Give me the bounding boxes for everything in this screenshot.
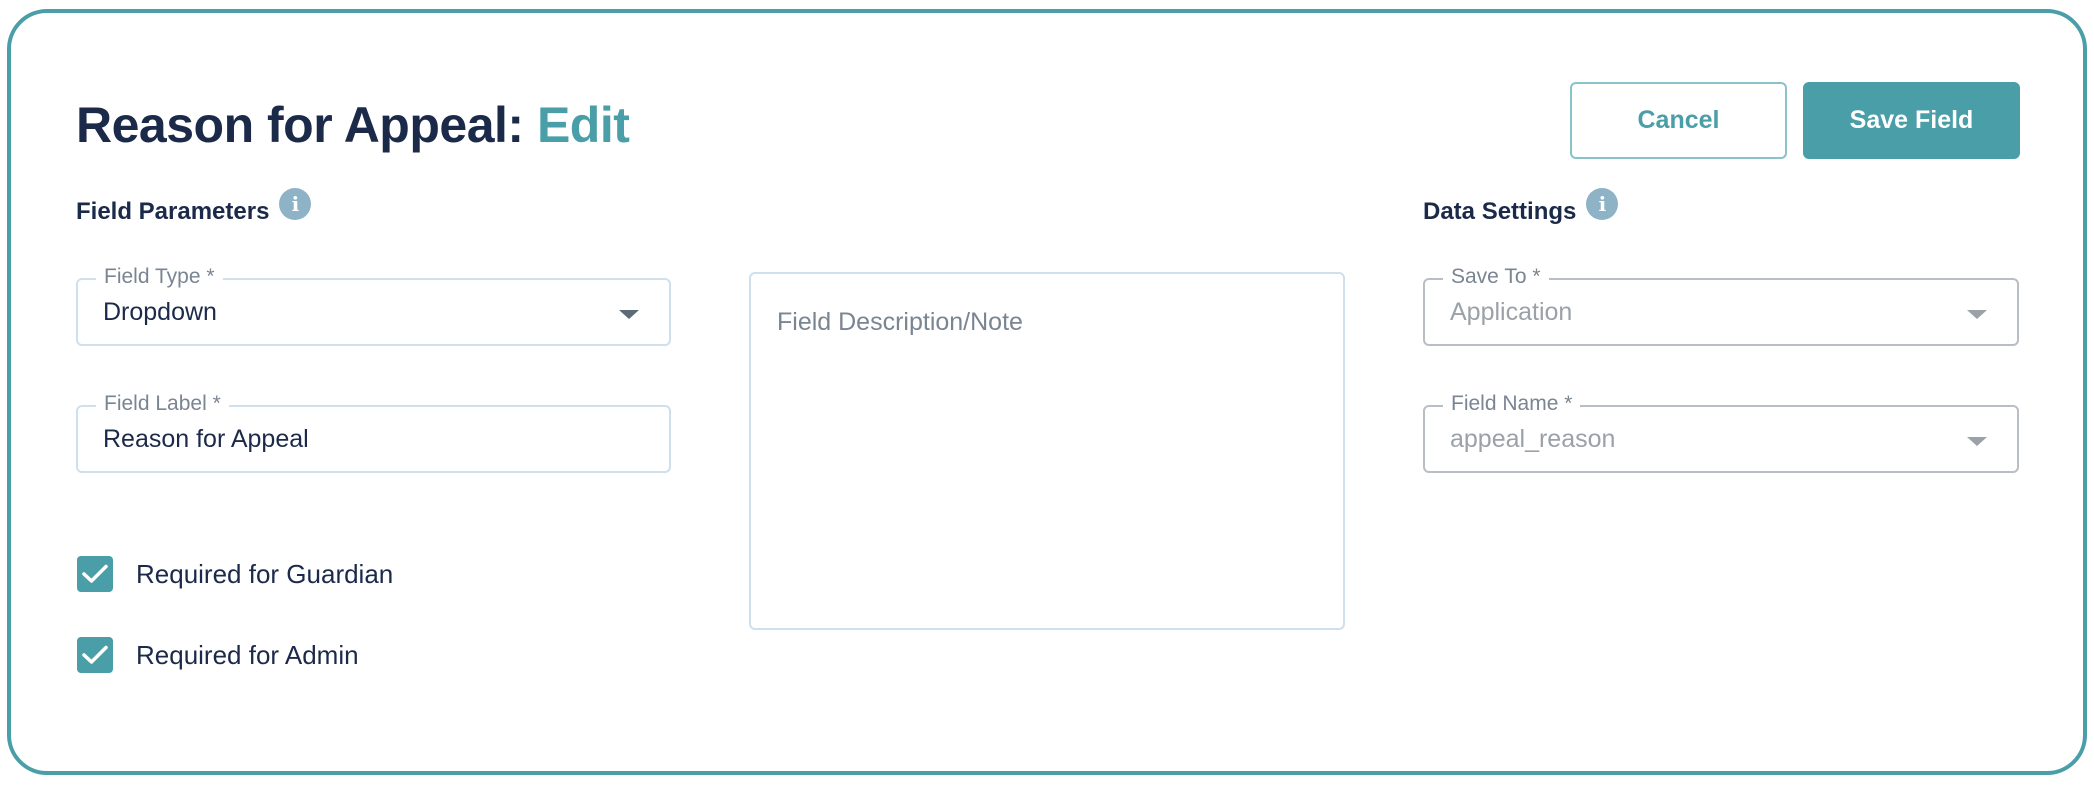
chevron-down-icon bbox=[619, 310, 639, 319]
required-guardian-checkbox[interactable] bbox=[77, 556, 113, 592]
field-label-input[interactable]: Field Label * Reason for Appeal bbox=[76, 392, 671, 473]
field-label-value: Reason for Appeal bbox=[103, 425, 309, 453]
page-title-text: Reason for Appeal: bbox=[76, 97, 524, 153]
required-guardian-checkbox-row[interactable]: Required for Guardian bbox=[77, 556, 393, 592]
save-field-button[interactable]: Save Field bbox=[1803, 82, 2020, 159]
data-settings-heading-label: Data Settings bbox=[1423, 198, 1577, 225]
chevron-down-icon bbox=[1967, 310, 1987, 319]
save-to-label: Save To * bbox=[1443, 265, 1549, 289]
field-type-value: Dropdown bbox=[103, 298, 217, 326]
field-label-label: Field Label * bbox=[96, 392, 229, 416]
required-admin-checkbox[interactable] bbox=[77, 637, 113, 673]
field-type-label: Field Type * bbox=[96, 265, 223, 289]
required-admin-label: Required for Admin bbox=[136, 639, 359, 670]
field-name-label: Field Name * bbox=[1443, 392, 1581, 416]
checkmark-icon bbox=[82, 564, 108, 583]
field-type-select[interactable]: Field Type * Dropdown bbox=[76, 265, 671, 346]
info-icon[interactable]: i bbox=[279, 188, 312, 220]
data-settings-heading: Data Settings i bbox=[1423, 188, 1619, 226]
save-to-value: Application bbox=[1450, 298, 1573, 326]
required-guardian-label: Required for Guardian bbox=[136, 558, 394, 589]
cancel-button[interactable]: Cancel bbox=[1570, 82, 1787, 159]
page-title: Reason for Appeal: Edit bbox=[76, 96, 630, 154]
save-to-select[interactable]: Save To * Application bbox=[1423, 265, 2019, 346]
checkmark-icon bbox=[82, 645, 108, 664]
info-icon[interactable]: i bbox=[1586, 188, 1619, 220]
field-parameters-heading-label: Field Parameters bbox=[76, 198, 270, 225]
chevron-down-icon bbox=[1967, 437, 1987, 446]
field-name-value: appeal_reason bbox=[1450, 425, 1616, 453]
required-admin-checkbox-row[interactable]: Required for Admin bbox=[77, 637, 359, 673]
field-description-textarea[interactable]: Field Description/Note bbox=[749, 272, 1345, 630]
page-title-mode: Edit bbox=[536, 97, 630, 153]
field-name-select[interactable]: Field Name * appeal_reason bbox=[1423, 392, 2019, 473]
field-parameters-heading: Field Parameters i bbox=[76, 188, 312, 226]
field-description-placeholder: Field Description/Note bbox=[777, 308, 1023, 336]
